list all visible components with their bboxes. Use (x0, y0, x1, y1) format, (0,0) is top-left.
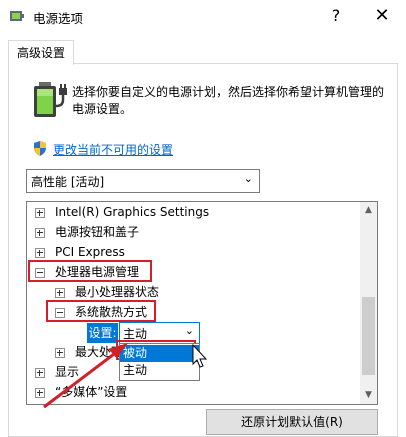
expand-icon[interactable] (35, 388, 45, 398)
tree-item-label: “多媒体”设置 (55, 385, 128, 399)
cooling-policy-dropdown: 被动 主动 (119, 343, 200, 381)
description-text: 选择你要自定义的电源计划，然后选择你希望计算机管理的电源设置。 (72, 85, 385, 116)
help-button[interactable]: ? (322, 4, 350, 28)
tab-advanced-settings[interactable]: 高级设置 (8, 40, 74, 65)
uac-shield-icon (34, 141, 46, 156)
battery-plug-icon (34, 82, 67, 117)
expand-icon[interactable] (35, 208, 45, 218)
close-button[interactable]: ✕ (364, 4, 400, 28)
tree-item-label: 最小处理器状态 (75, 285, 160, 299)
title-bar: 电源选项 ? ✕ (0, 0, 406, 32)
scroll-up-arrow-icon[interactable]: ▲ (360, 202, 377, 219)
tree-item-label: Intel(R) Graphics Settings (55, 205, 210, 219)
setting-label: 设置: (87, 323, 118, 343)
chevron-down-icon: ⌄ (243, 172, 253, 185)
expand-icon[interactable] (55, 288, 65, 298)
tree-item-label: PCI Express (55, 245, 125, 259)
tree-item-label: 显示 (55, 365, 80, 379)
annotation-box-processor-power (28, 260, 152, 282)
power-plan-value: 高性能 [活动] (31, 175, 105, 189)
expand-icon[interactable] (35, 228, 45, 238)
scroll-down-arrow-icon[interactable]: ▼ (360, 387, 377, 404)
option-passive[interactable]: 被动 (120, 345, 199, 362)
expand-icon[interactable] (35, 248, 45, 258)
chevron-down-icon: ⌄ (184, 324, 194, 337)
power-options-app-icon (10, 11, 24, 21)
tree-item-label: 电源按钮和盖子 (55, 225, 140, 239)
change-unavailable-settings-link[interactable]: 更改当前不可用的设置 (53, 141, 173, 158)
vertical-scrollbar[interactable]: ▲ ▼ (360, 202, 377, 404)
power-plan-select[interactable]: 高性能 [活动] ⌄ (26, 169, 260, 193)
window-title: 电源选项 (33, 11, 84, 26)
expand-icon[interactable] (55, 348, 65, 358)
annotation-box-cooling-policy (46, 300, 156, 322)
scroll-thumb[interactable] (362, 297, 375, 375)
expand-icon[interactable] (35, 368, 45, 378)
restore-defaults-button[interactable]: 还原计划默认值(R) (206, 409, 378, 435)
option-active[interactable]: 主动 (120, 362, 199, 379)
